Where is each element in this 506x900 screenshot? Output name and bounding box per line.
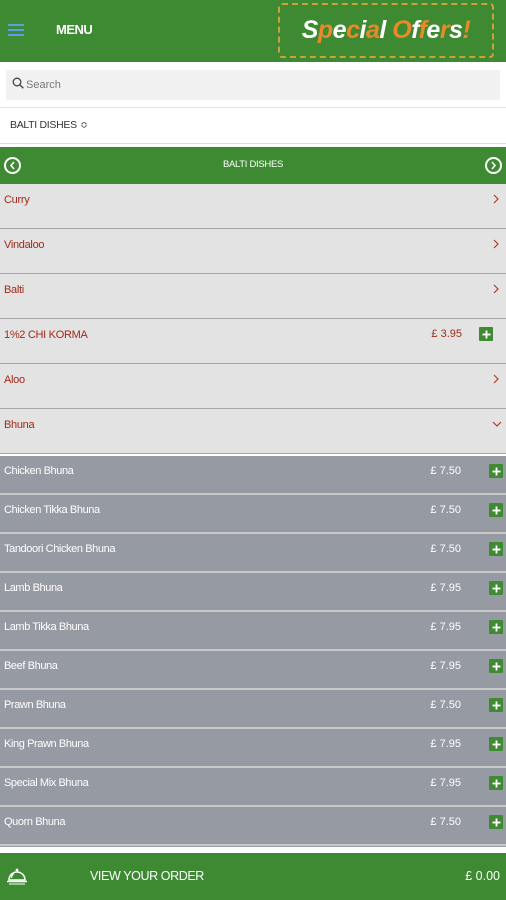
order-bar[interactable]: VIEW YOUR ORDER £ 0.00 (0, 853, 506, 900)
plus-icon (492, 545, 500, 553)
chevron-right-icon (493, 194, 499, 204)
category-row[interactable]: Vindaloo (0, 229, 506, 274)
special-offers-label: Special Offers! (301, 16, 471, 44)
cloche-icon (7, 868, 27, 885)
top-bar: MENU Special Offers! (0, 0, 506, 62)
plus-icon (492, 779, 500, 787)
add-item-button[interactable] (489, 542, 503, 556)
category-list: Curry Vindaloo Balti 1%2 CHI KORMA £ 3.95 Alo… (0, 184, 506, 454)
menu-item-row: Beef Bhuna £ 7.95 (0, 651, 506, 690)
next-category-button[interactable] (485, 157, 502, 174)
menu-item-price: £ 7.50 (430, 816, 461, 828)
add-item-button[interactable] (489, 776, 503, 790)
menu-item-row: Prawn Bhuna £ 7.50 (0, 690, 506, 729)
menu-item-row: Chicken Bhuna £ 7.50 (0, 456, 506, 495)
menu-item-row: Lamb Bhuna £ 7.95 (0, 573, 506, 612)
menu-item-name: Chicken Bhuna (4, 465, 74, 477)
category-row-label: Curry (4, 194, 30, 206)
menu-item-row: King Prawn Bhuna £ 7.95 (0, 729, 506, 768)
category-row-label: Aloo (4, 374, 25, 386)
menu-item-price: £ 7.50 (430, 504, 461, 516)
menu-item-name: Quorn Bhuna (4, 816, 66, 828)
menu-item-row: Special Mix Bhuna £ 7.95 (0, 768, 506, 807)
menu-item-name: Prawn Bhuna (4, 699, 66, 711)
menu-item-row: Chicken Tikka Bhuna £ 7.50 (0, 495, 506, 534)
menu-item-name: King Prawn Bhuna (4, 738, 89, 750)
category-row[interactable]: Aloo (0, 364, 506, 409)
menu-item-price: £ 7.50 (430, 543, 461, 555)
up-down-arrows-icon: ≎ (79, 120, 88, 131)
menu-item-name: Special Mix Bhuna (4, 777, 89, 789)
menu-item-price: £ 7.95 (430, 738, 461, 750)
category-row-label: 1%2 CHI KORMA (4, 329, 88, 341)
menu-item-name: Lamb Tikka Bhuna (4, 621, 89, 633)
add-item-button[interactable] (489, 464, 503, 478)
category-select-label: BALTI DISHES ≎ (10, 119, 88, 131)
category-row-label: Bhuna (4, 419, 35, 431)
menu-item-price: £ 7.95 (430, 777, 461, 789)
menu-item-price: £ 7.95 (430, 660, 461, 672)
special-offers-button[interactable]: Special Offers! (278, 3, 494, 58)
category-row-label: Vindaloo (4, 239, 45, 251)
plus-icon (492, 506, 500, 514)
menu-item-name: Lamb Bhuna (4, 582, 63, 594)
item-price: £ 3.95 (431, 328, 462, 340)
add-item-button[interactable] (489, 581, 503, 595)
menu-item-name: Tandoori Chicken Bhuna (4, 543, 116, 555)
order-total: £ 0.00 (465, 869, 500, 883)
menu-item-row: Tandoori Chicken Bhuna £ 7.50 (0, 534, 506, 573)
plus-icon (492, 818, 500, 826)
chevron-right-icon (493, 239, 499, 249)
category-header: BALTI DISHES (0, 147, 506, 184)
add-item-button[interactable] (489, 659, 503, 673)
item-list: Chicken Bhuna £ 7.50 Chicken Tikka Bhuna £ … (0, 456, 506, 847)
category-row[interactable]: Bhuna (0, 409, 506, 454)
add-item-button[interactable] (479, 327, 493, 341)
chevron-right-icon (493, 374, 499, 384)
category-title: BALTI DISHES (222, 159, 284, 170)
hamburger-icon[interactable] (8, 24, 24, 36)
add-item-button[interactable] (489, 620, 503, 634)
plus-icon (482, 330, 490, 338)
search-input[interactable] (26, 73, 486, 97)
menu-item-row: Quorn Bhuna £ 7.50 (0, 807, 506, 846)
add-item-button[interactable] (489, 503, 503, 517)
plus-icon (492, 623, 500, 631)
plus-icon (492, 584, 500, 592)
menu-item-price: £ 7.95 (430, 582, 461, 594)
search-box (6, 70, 500, 100)
category-select[interactable]: BALTI DISHES ≎ (0, 108, 506, 144)
chevron-right-icon (491, 161, 497, 170)
add-item-button[interactable] (489, 698, 503, 712)
menu-item-price: £ 7.50 (430, 699, 461, 711)
menu-item-name: Beef Bhuna (4, 660, 58, 672)
category-row[interactable]: Balti (0, 274, 506, 319)
add-item-button[interactable] (489, 737, 503, 751)
search-icon (12, 77, 24, 89)
plus-icon (492, 662, 500, 670)
menu-item-name: Chicken Tikka Bhuna (4, 504, 100, 516)
plus-icon (492, 740, 500, 748)
category-row[interactable]: 1%2 CHI KORMA £ 3.95 (0, 319, 506, 364)
menu-title: MENU (56, 22, 93, 37)
view-order-label: VIEW YOUR ORDER (90, 869, 204, 883)
search-bar (0, 62, 506, 108)
plus-icon (492, 467, 500, 475)
menu-item-price: £ 7.50 (430, 465, 461, 477)
category-row-label: Balti (4, 284, 24, 296)
chevron-right-icon (493, 284, 499, 294)
menu-item-price: £ 7.95 (430, 621, 461, 633)
plus-icon (492, 701, 500, 709)
category-row[interactable]: Curry (0, 184, 506, 229)
chevron-down-icon (492, 421, 502, 427)
add-item-button[interactable] (489, 815, 503, 829)
menu-item-row: Lamb Tikka Bhuna £ 7.95 (0, 612, 506, 651)
